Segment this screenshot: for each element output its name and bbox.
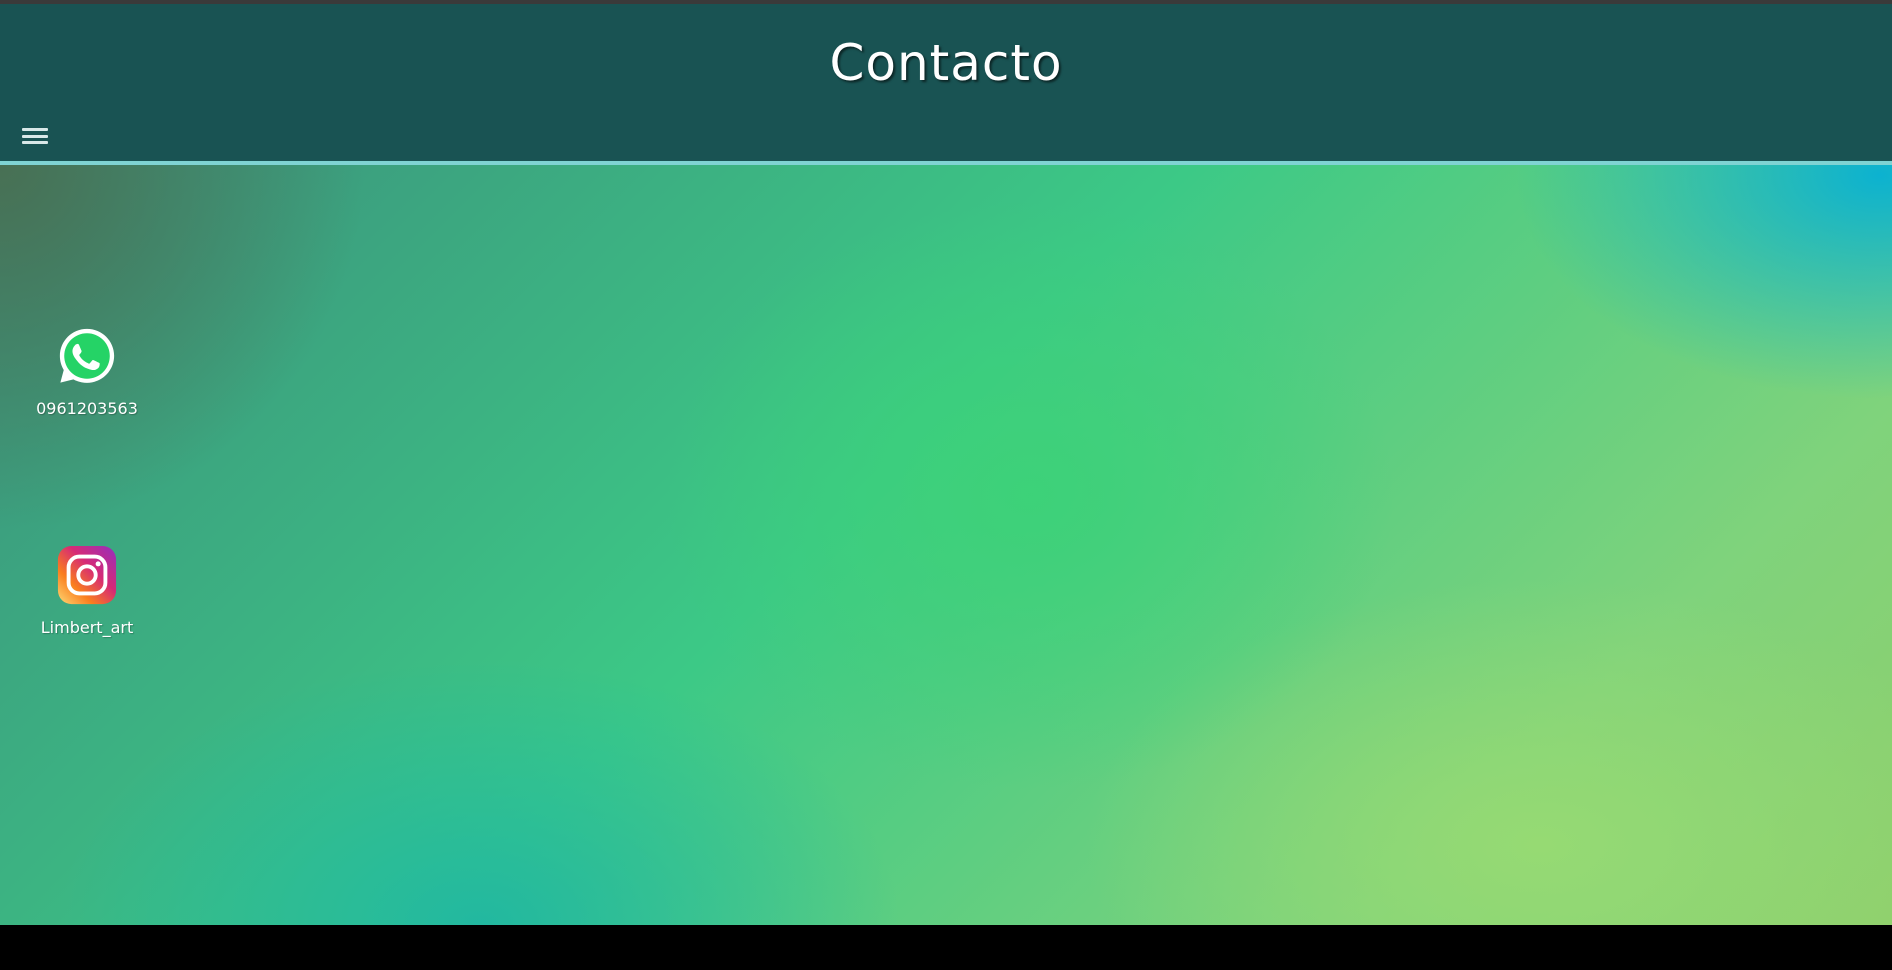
instagram-contact[interactable]: Limbert_art bbox=[17, 544, 157, 637]
header: Contacto bbox=[0, 4, 1892, 161]
whatsapp-icon[interactable] bbox=[56, 325, 118, 387]
main-content: 0961203563 Limbert_art bbox=[0, 165, 1892, 925]
instagram-icon[interactable] bbox=[56, 544, 118, 606]
instagram-handle: Limbert_art bbox=[40, 618, 134, 637]
page: Contacto 0961203563 Limbert_art bbox=[0, 0, 1892, 970]
hamburger-menu-icon[interactable] bbox=[22, 128, 50, 150]
whatsapp-number: 0961203563 bbox=[36, 399, 138, 418]
page-title: Contacto bbox=[829, 34, 1063, 92]
bottom-bar bbox=[0, 925, 1892, 970]
whatsapp-contact[interactable]: 0961203563 bbox=[17, 325, 157, 418]
